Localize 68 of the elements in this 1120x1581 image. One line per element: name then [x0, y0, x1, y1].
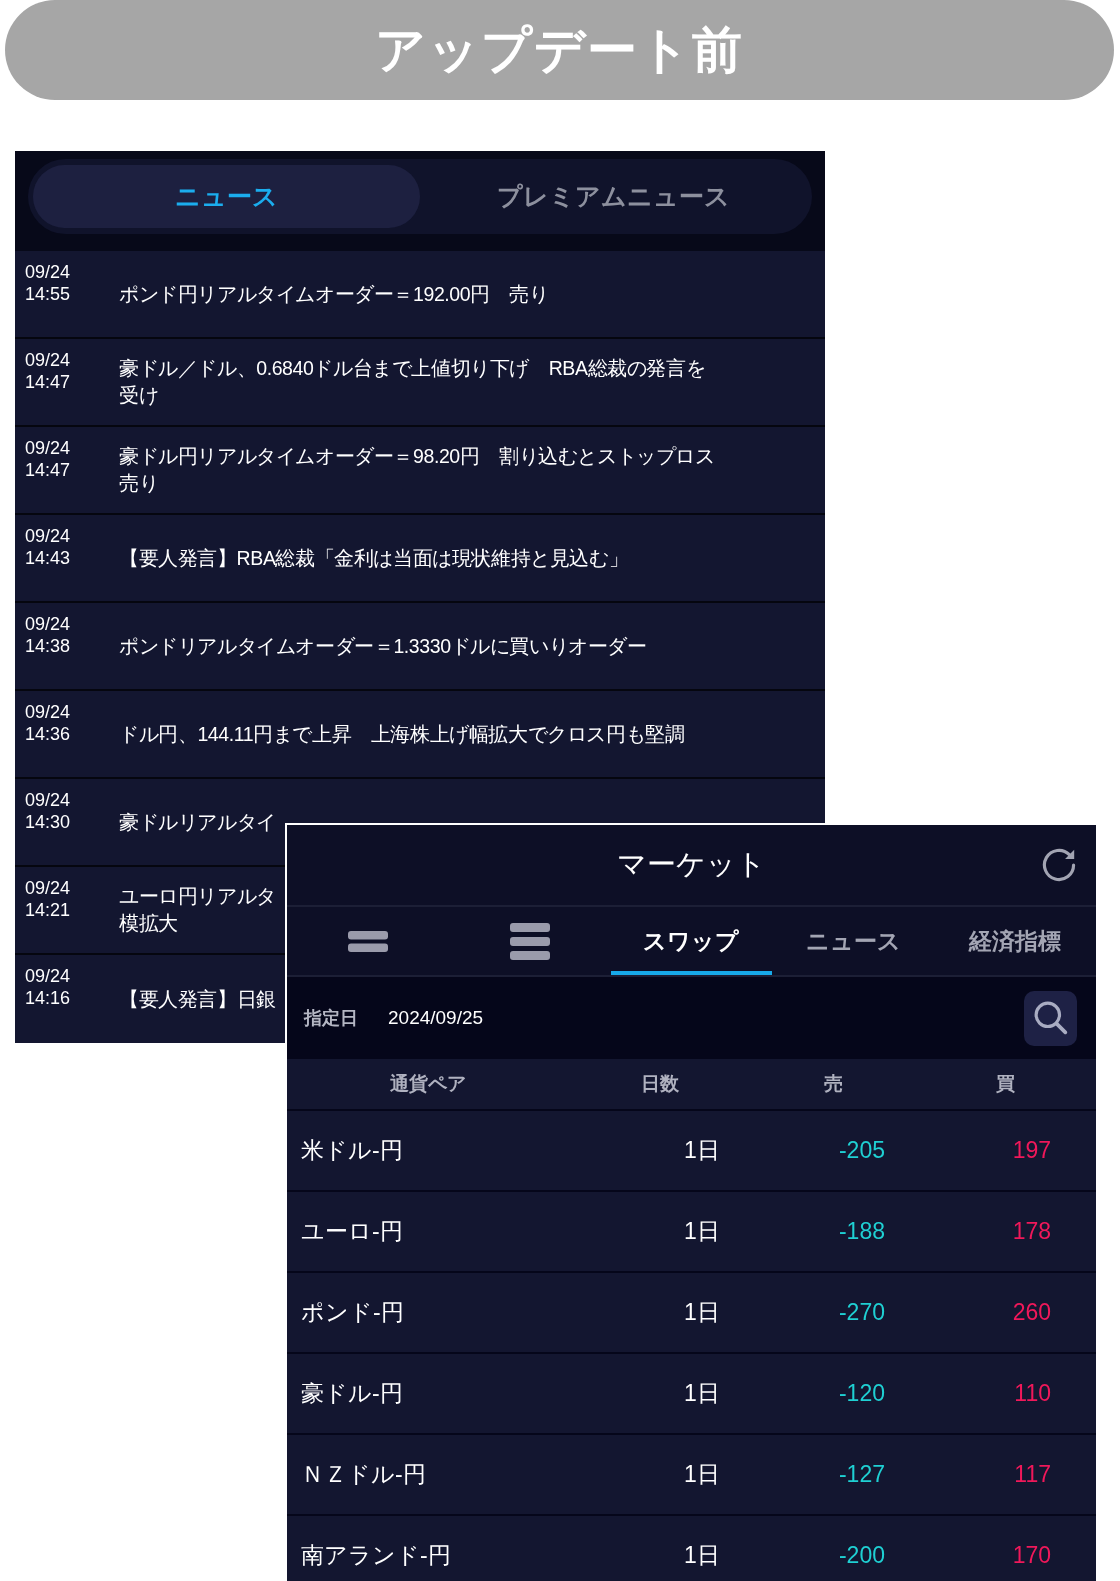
- news-time: 14:21: [25, 899, 71, 921]
- days-cell-text: 1日: [684, 1217, 720, 1246]
- days-cell-text: 1日: [684, 1379, 720, 1408]
- pair-cell-text: ポンド-円: [301, 1298, 404, 1327]
- sell-cell: -127: [838, 1461, 885, 1488]
- news-time: 14:47: [25, 459, 71, 481]
- news-date: 09/24: [25, 877, 71, 899]
- news-date: 09/24: [25, 437, 71, 459]
- buy-cell: 110: [1014, 1380, 1051, 1407]
- sell-cell: -120: [838, 1380, 885, 1407]
- column-header: 売: [823, 1072, 843, 1096]
- pair-cell-text: 豪ドル-円: [301, 1379, 403, 1408]
- search-icon: [1033, 1001, 1068, 1035]
- column-header: 買: [996, 1072, 1015, 1096]
- news-time: 14:36: [25, 723, 71, 745]
- news-headline: ポンド円リアルタイムオーダー＝192.00円 売り: [119, 281, 549, 307]
- news-tab[interactable]: ニュース: [33, 165, 420, 228]
- market-tab[interactable]: ニュース: [772, 907, 935, 975]
- days-cell-text: 1日: [684, 1136, 720, 1165]
- sell-cell: -205: [838, 1137, 885, 1164]
- news-tab[interactable]: プレミアムニュース: [420, 165, 807, 228]
- column-header: 日数: [641, 1072, 679, 1096]
- two-bars-icon: [347, 930, 388, 952]
- news-date: 09/24: [25, 613, 71, 635]
- news-date: 09/24: [25, 701, 71, 723]
- news-date: 09/24: [25, 261, 71, 283]
- sell-cell: -270: [838, 1299, 885, 1326]
- date-value: 2024/09/25: [388, 1007, 484, 1029]
- buy-cell: 178: [1012, 1218, 1051, 1245]
- buy-cell: 197: [1012, 1137, 1051, 1164]
- days-cell-text: 1日: [684, 1298, 720, 1327]
- pair-cell-text: 米ドル-円: [301, 1136, 403, 1165]
- three-bars-icon: [509, 922, 550, 960]
- news-time: 14:43: [25, 547, 71, 569]
- buy-cell: 260: [1012, 1299, 1051, 1326]
- news-time: 14:47: [25, 371, 71, 393]
- days-cell-text: 1日: [684, 1460, 720, 1489]
- news-headline: 豪ドルリアルタイ: [119, 809, 276, 835]
- buy-cell: 170: [1012, 1542, 1051, 1569]
- news-date: 09/24: [25, 349, 71, 371]
- pair-cell-text: ユーロ-円: [301, 1217, 403, 1246]
- sell-cell: -188: [838, 1218, 885, 1245]
- date-label: 指定日: [304, 1007, 358, 1030]
- news-headline: 【要人発言】日銀: [119, 986, 276, 1012]
- news-date: 09/24: [25, 965, 71, 987]
- news-headline: ポンドリアルタイムオーダー＝1.3330ドルに買いりオーダー: [119, 633, 647, 659]
- pair-cell-text: ＮＺドル-円: [301, 1460, 426, 1489]
- banner-title: アップデート前: [375, 20, 744, 80]
- sell-cell: -200: [838, 1542, 885, 1569]
- pair-cell-text: 南アランド-円: [301, 1541, 451, 1570]
- news-headline: 【要人発言】RBA総裁「金利は当面は現状維持と見込む」: [119, 545, 629, 571]
- news-headline: ユーロ円リアルタ 模拡大: [119, 884, 276, 936]
- news-time: 14:38: [25, 635, 71, 657]
- search-button[interactable]: [1024, 990, 1077, 1046]
- news-date: 09/24: [25, 789, 71, 811]
- news-headline: 豪ドル円リアルタイムオーダー＝98.20円 割り込むとストップロス売り: [119, 444, 716, 496]
- news-time: 14:16: [25, 987, 71, 1009]
- news-headline: 豪ドル／ドル、0.6840ドル台まで上値切り下げ RBA総裁の発言を受け: [119, 356, 707, 408]
- news-headline: ドル円、144.11円まで上昇 上海株上げ幅拡大でクロス円も堅調: [119, 721, 685, 747]
- buy-cell: 117: [1014, 1461, 1051, 1488]
- market-tab[interactable]: 経済指標: [934, 907, 1096, 975]
- column-header: 通貨ペア: [390, 1072, 466, 1096]
- news-time: 14:55: [25, 283, 71, 305]
- days-cell-text: 1日: [684, 1541, 720, 1570]
- news-date: 09/24: [25, 525, 71, 547]
- news-time: 14:30: [25, 811, 71, 833]
- refresh-icon[interactable]: [1042, 848, 1076, 882]
- market-title: マーケット: [617, 847, 766, 882]
